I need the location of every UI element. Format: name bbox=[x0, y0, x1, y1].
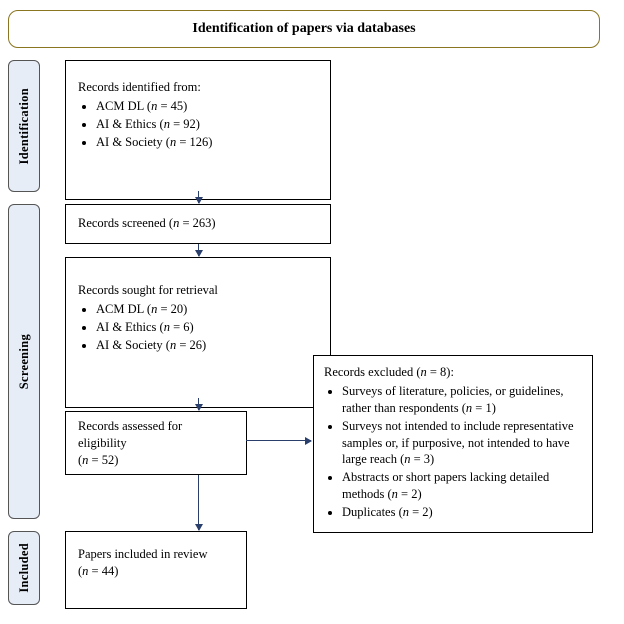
included-count: (n = 44) bbox=[78, 563, 234, 580]
identified-lead: Records identified from: bbox=[78, 79, 318, 96]
stage-identification: Identification bbox=[8, 60, 40, 192]
arrow-assessed-to-excluded bbox=[246, 440, 311, 441]
screened-text: Records screened (n = 263) bbox=[78, 216, 216, 230]
stage-screening-label: Screening bbox=[16, 334, 33, 389]
identified-item-acm: ACM DL (n = 45) bbox=[96, 98, 318, 115]
arrow-screened-to-sought bbox=[198, 244, 199, 256]
excluded-item-3: Abstracts or short papers lacking detail… bbox=[342, 469, 582, 503]
box-records-excluded: Records excluded (n = 8): Surveys of lit… bbox=[313, 355, 593, 533]
diagram-title: Identification of papers via databases bbox=[192, 20, 415, 39]
excluded-item-1: Surveys of literature, policies, or guid… bbox=[342, 383, 582, 417]
sought-list: ACM DL (n = 20) AI & Ethics (n = 6) AI &… bbox=[78, 301, 318, 354]
arrow-assessed-to-included bbox=[198, 475, 199, 530]
assessed-l2: eligibility bbox=[78, 435, 234, 452]
stage-identification-label: Identification bbox=[16, 88, 33, 164]
arrow-sought-to-assessed bbox=[198, 398, 199, 410]
sought-item-acm: ACM DL (n = 20) bbox=[96, 301, 318, 318]
assessed-l1: Records assessed for bbox=[78, 418, 234, 435]
included-l1: Papers included in review bbox=[78, 546, 234, 563]
arrow-identified-to-screened bbox=[198, 191, 199, 203]
sought-item-ethics: AI & Ethics (n = 6) bbox=[96, 319, 318, 336]
assessed-count: (n = 52) bbox=[78, 452, 234, 469]
sought-item-society: AI & Society (n = 26) bbox=[96, 337, 318, 354]
identified-item-ethics: AI & Ethics (n = 92) bbox=[96, 116, 318, 133]
excluded-lead: Records excluded (n = 8): bbox=[324, 364, 582, 381]
excluded-item-4: Duplicates (n = 2) bbox=[342, 504, 582, 521]
identified-list: ACM DL (n = 45) AI & Ethics (n = 92) AI … bbox=[78, 98, 318, 151]
box-records-sought: Records sought for retrieval ACM DL (n =… bbox=[65, 257, 331, 408]
box-records-identified: Records identified from: ACM DL (n = 45)… bbox=[65, 60, 331, 200]
diagram-header: Identification of papers via databases bbox=[8, 10, 600, 48]
excluded-item-2: Surveys not intended to include represen… bbox=[342, 418, 582, 469]
box-records-screened: Records screened (n = 263) bbox=[65, 204, 331, 244]
box-records-assessed: Records assessed for eligibility (n = 52… bbox=[65, 411, 247, 475]
excluded-list: Surveys of literature, policies, or guid… bbox=[324, 383, 582, 521]
stage-screening: Screening bbox=[8, 204, 40, 519]
sought-lead: Records sought for retrieval bbox=[78, 282, 318, 299]
stage-included-label: Included bbox=[16, 543, 33, 593]
stage-included: Included bbox=[8, 531, 40, 605]
box-papers-included: Papers included in review (n = 44) bbox=[65, 531, 247, 609]
identified-item-society: AI & Society (n = 126) bbox=[96, 134, 318, 151]
